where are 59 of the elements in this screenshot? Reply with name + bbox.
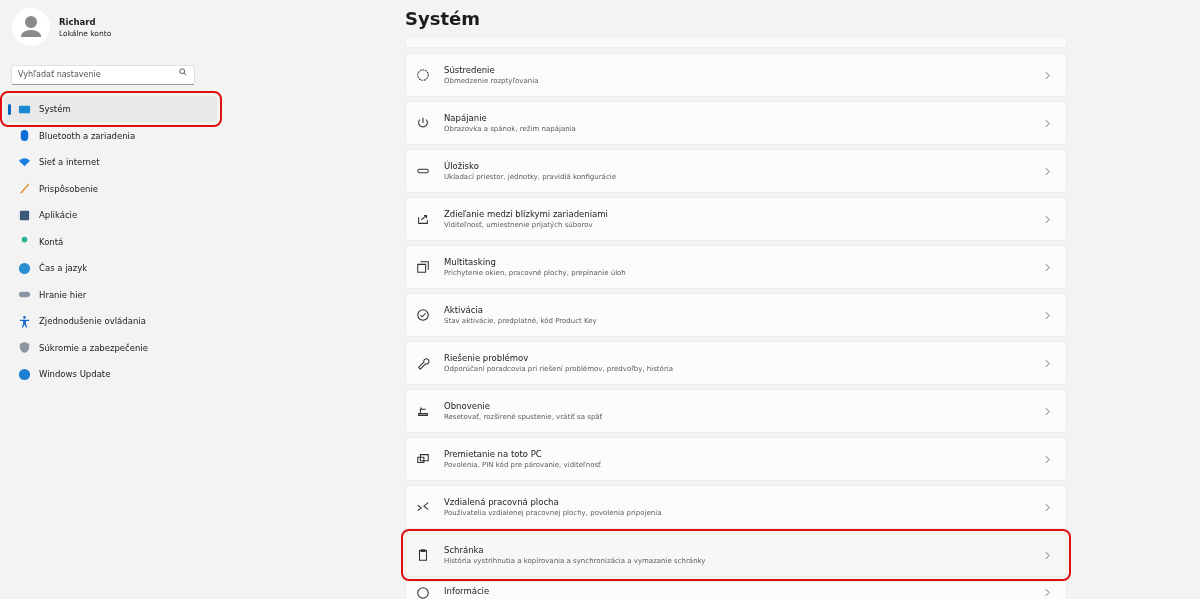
chevron-icon <box>1045 118 1050 128</box>
chevron-icon <box>1045 310 1050 320</box>
card-title: Premietanie na toto PC <box>444 449 543 459</box>
card-title: Obnovenie <box>444 401 491 411</box>
chevron-icon <box>1045 502 1050 512</box>
setting-icon <box>416 586 430 599</box>
card-title: Schránka <box>444 545 485 555</box>
nav-item[interactable]: Kontá <box>8 228 196 255</box>
setting-icon <box>416 356 430 370</box>
nav-icon <box>18 261 31 275</box>
setting-icon <box>416 68 430 82</box>
chevron-icon <box>1045 166 1050 176</box>
chevron-icon <box>1045 214 1050 224</box>
nav-item[interactable]: Aplikácie <box>8 202 196 228</box>
chevron-icon <box>1045 406 1050 416</box>
chevron-icon <box>1045 588 1050 597</box>
nav-item[interactable]: Bluetooth a zariadenia <box>8 122 196 149</box>
nav-item[interactable]: Súkromie a zabezpečenie <box>8 334 196 361</box>
nav-item[interactable]: Hranie hier <box>8 281 196 308</box>
chevron-icon <box>1045 550 1050 560</box>
chevron-icon <box>1045 70 1050 80</box>
nav-item[interactable]: Sieť a internet <box>8 149 196 175</box>
setting-icon <box>416 548 430 562</box>
setting-icon <box>416 212 430 226</box>
setting-icon <box>416 260 430 274</box>
setting-icon <box>416 500 430 514</box>
card-title: Informácie <box>444 586 491 596</box>
nav-icon <box>18 367 31 381</box>
nav-icon <box>18 314 31 328</box>
search-icon <box>179 68 187 76</box>
card-title: Napájanie <box>444 113 488 123</box>
settings-card[interactable]: Informácie <box>405 581 1067 599</box>
card-title: Riešenie problémov <box>444 353 530 363</box>
card-title: Úložisko <box>444 161 480 171</box>
account-name: Richard <box>59 16 97 27</box>
chevron-icon <box>1045 454 1050 464</box>
nav-item[interactable]: Čas a jazyk <box>8 255 196 281</box>
chevron-icon <box>1045 358 1050 368</box>
nav-icon <box>18 208 31 222</box>
nav-item[interactable]: Zjednodušenie ovládania <box>8 308 196 334</box>
setting-icon <box>416 404 430 418</box>
chevron-icon <box>1045 262 1050 272</box>
nav-icon <box>18 182 31 195</box>
page-title: Systém <box>405 7 481 31</box>
card-title: Sústredenie <box>444 65 496 75</box>
card-title: Multitasking <box>444 257 497 267</box>
nav-item[interactable]: Windows Update <box>8 361 196 387</box>
card-title: Aktivácia <box>444 305 484 315</box>
nav-icon <box>18 129 31 142</box>
nav-icon <box>18 155 31 169</box>
setting-icon <box>416 308 430 322</box>
nav-item[interactable]: Prispôsobenie <box>8 175 196 202</box>
card-title: Vzdialená pracovná plocha <box>444 497 560 507</box>
card-title: Zdieľanie medzi blízkymi zariadeniami <box>444 209 609 219</box>
search-field[interactable]: Vyhľadať nastavenie <box>11 64 195 85</box>
setting-icon <box>416 452 430 466</box>
nav-icon <box>18 341 31 354</box>
avatar-icon <box>12 8 50 46</box>
setting-icon <box>416 116 430 130</box>
